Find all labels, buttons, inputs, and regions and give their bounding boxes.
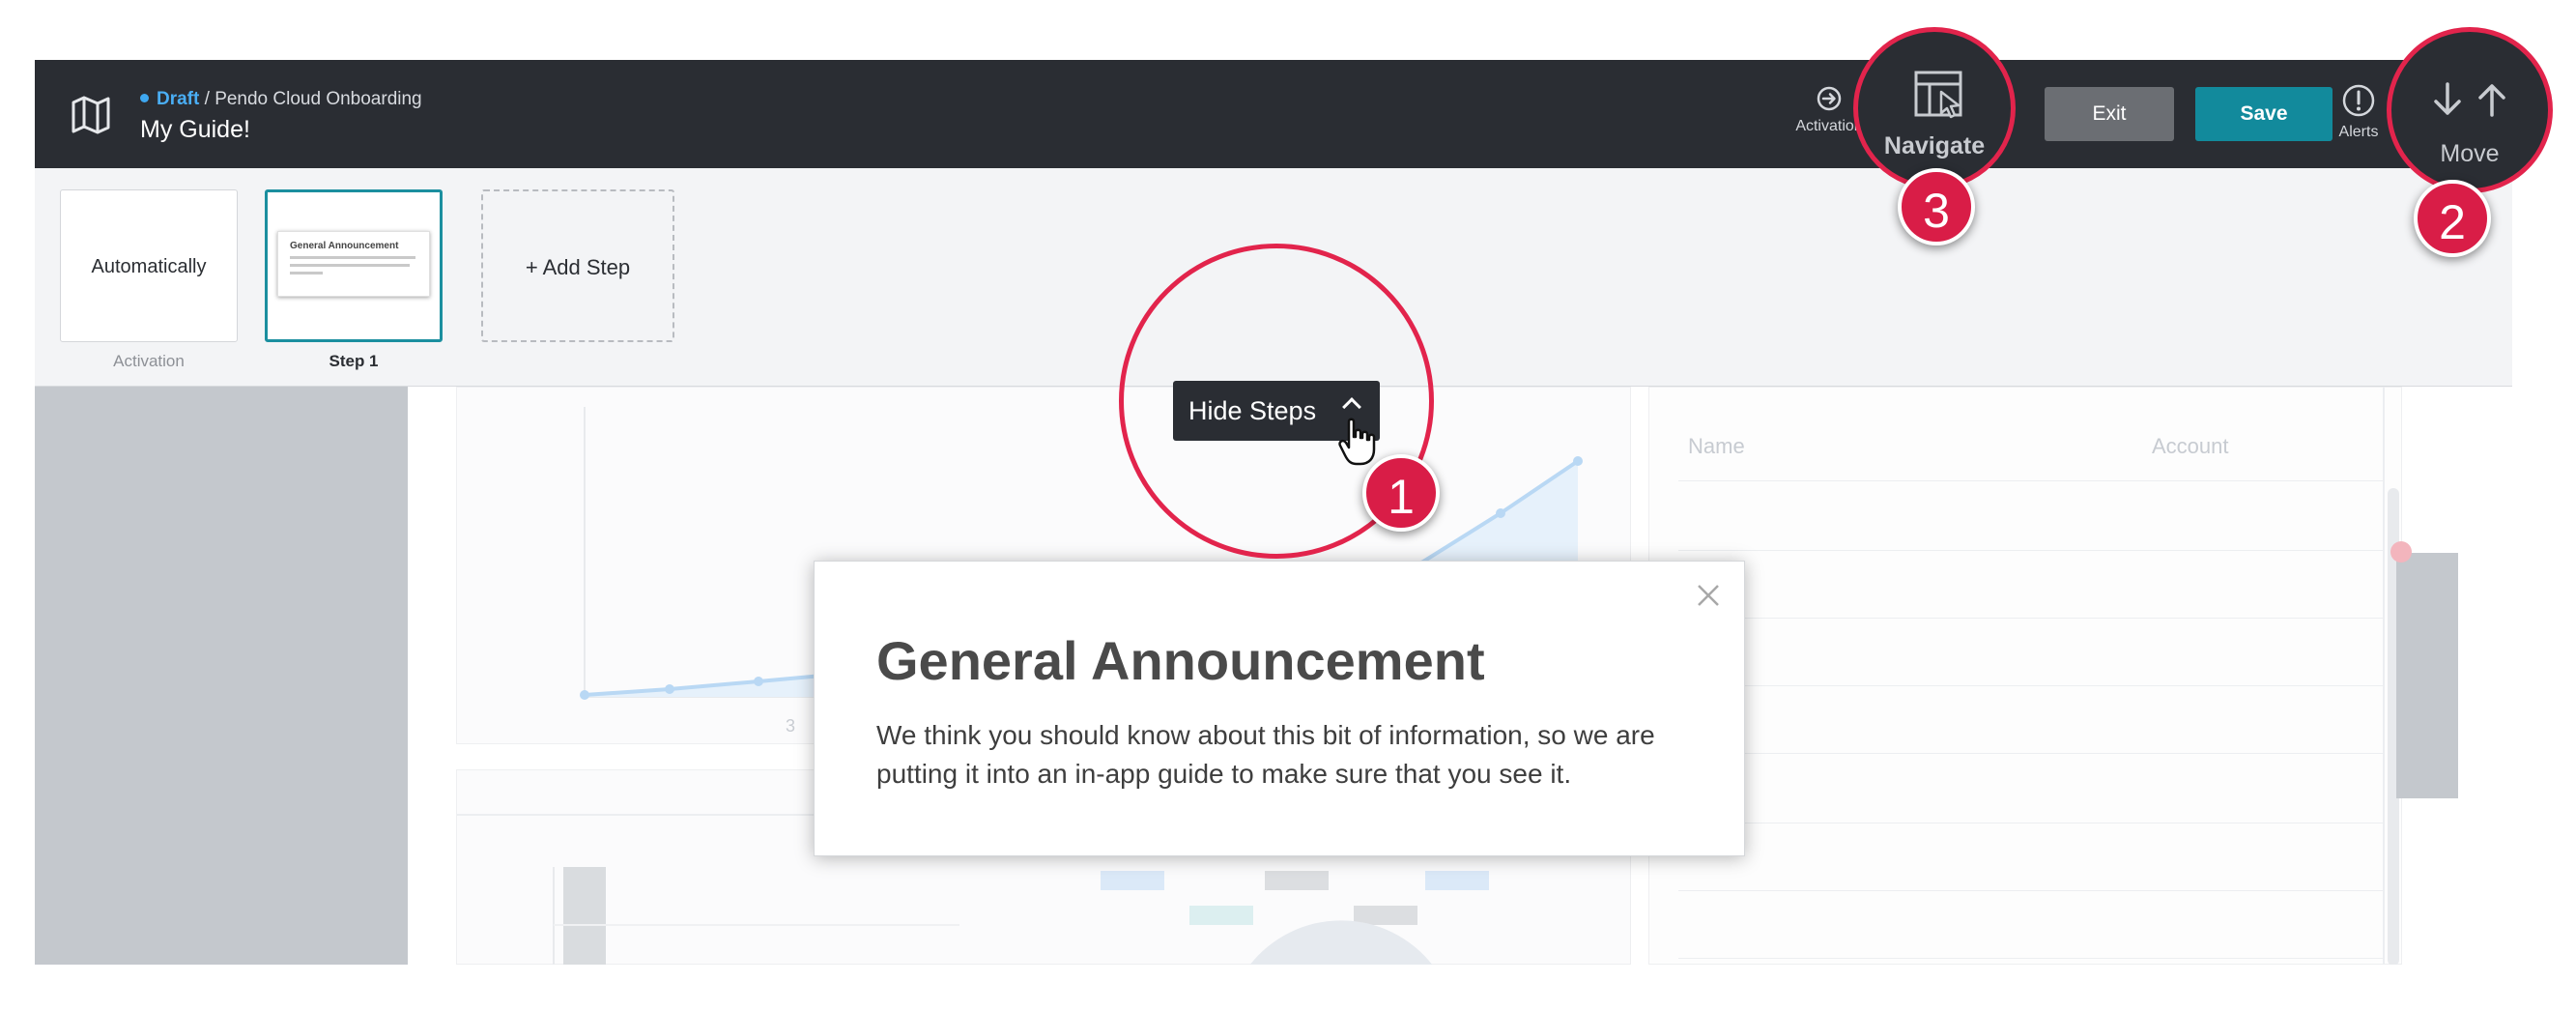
thumbnail-text-line	[290, 256, 415, 259]
annotation-badge-1: 1	[1362, 454, 1440, 532]
move-down-icon	[2434, 82, 2461, 115]
add-step-label: + Add Step	[525, 255, 631, 279]
activation-icon	[1817, 86, 1842, 111]
move-button[interactable]: Move	[2387, 27, 2553, 193]
guide-modal: General Announcement We think you should…	[814, 561, 1745, 856]
table-row	[1678, 958, 2384, 959]
step-1-thumbnail: General Announcement	[277, 231, 430, 297]
step-activation-card[interactable]: Automatically	[60, 189, 238, 342]
table-row	[1678, 618, 2384, 619]
modal-title: General Announcement	[876, 630, 1485, 691]
exit-button[interactable]: Exit	[2045, 87, 2174, 141]
save-button[interactable]: Save	[2195, 87, 2333, 141]
navigate-button[interactable]: Navigate	[1853, 27, 2016, 189]
alerts-label: Alerts	[2338, 124, 2379, 140]
guide-header-bar: Draft / Pendo Cloud Onboarding My Guide!…	[35, 60, 2512, 168]
guide-title[interactable]: My Guide!	[140, 116, 250, 144]
breadcrumb: Draft / Pendo Cloud Onboarding	[140, 89, 422, 110]
step-1-caption: Step 1	[329, 352, 379, 370]
table-header-account: Account	[2152, 434, 2229, 458]
move-icons	[2428, 80, 2513, 124]
table-row	[1678, 480, 2384, 481]
table-row	[1678, 685, 2384, 686]
thumbnail-text-line	[290, 264, 410, 267]
add-step-button[interactable]: + Add Step	[481, 189, 674, 342]
table-header-name: Name	[1688, 434, 1745, 458]
close-icon[interactable]	[1696, 583, 1721, 608]
draft-status-label: Draft	[157, 89, 200, 109]
map-icon[interactable]	[68, 91, 114, 137]
alerts-button[interactable]: Alerts	[2325, 83, 2392, 141]
breadcrumb-separator: /	[204, 89, 210, 109]
background-scroll-marker	[2390, 541, 2412, 563]
alert-icon	[2342, 84, 2375, 117]
draft-status-dot	[140, 94, 149, 102]
move-up-icon	[2478, 84, 2505, 117]
step-activation-text: Automatically	[91, 256, 207, 277]
navigate-label: Navigate	[1883, 132, 1986, 159]
background-divider	[2383, 387, 2385, 965]
breadcrumb-app-name[interactable]: Pendo Cloud Onboarding	[215, 89, 421, 109]
background-sidebar	[35, 387, 408, 965]
navigate-icon	[1914, 71, 1962, 119]
modal-body-text: We think you should know about this bit …	[876, 720, 1655, 789]
annotation-badge-3: 3	[1898, 168, 1975, 246]
background-chart-tick: 3	[786, 716, 795, 736]
step-1-card[interactable]: General Announcement	[265, 189, 443, 342]
step-1-thumbnail-title: General Announcement	[290, 241, 399, 251]
table-row	[1678, 890, 2384, 891]
background-page-scrollbar	[2396, 553, 2458, 798]
thumbnail-text-line	[290, 272, 323, 274]
step-activation-caption: Activation	[113, 352, 185, 370]
annotation-badge-2: 2	[2414, 180, 2491, 257]
table-row	[1678, 753, 2384, 754]
table-row	[1678, 550, 2384, 551]
move-label: Move	[2440, 140, 2500, 167]
background-accounts-table: Name Account	[1648, 387, 2402, 965]
activation-label: Activation	[1795, 118, 1863, 134]
guide-editor: 3 Name Account Draft / Pendo Cloud Onboa…	[0, 0, 2576, 1011]
